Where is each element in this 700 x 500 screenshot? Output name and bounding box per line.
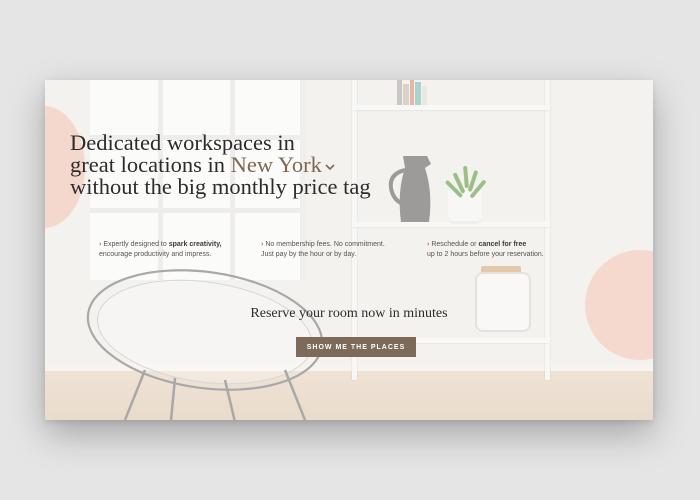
feature-text-line2: encourage productivity and impress. xyxy=(99,251,212,258)
book xyxy=(403,84,409,105)
feature-text-line2: Just pay by the hour or by day. xyxy=(261,251,357,258)
show-places-button[interactable]: SHOW ME THE PLACES xyxy=(296,337,416,357)
feature-text: Expertly designed to xyxy=(103,241,169,248)
feature-text: Reschedule or xyxy=(431,241,479,248)
feature-item: › No membership fees. No commitment. Just… xyxy=(261,240,385,260)
plant-pot xyxy=(448,190,482,224)
hero-card: Dedicated workspaces in great locations … xyxy=(45,80,653,420)
feature-item: › Reschedule or cancel for free up to 2 h… xyxy=(427,240,544,260)
book xyxy=(397,80,402,105)
feature-highlight: spark creativity, xyxy=(168,241,222,248)
headline-line-3: without the big monthly price tag xyxy=(70,174,371,199)
chevron-right-icon: › xyxy=(99,241,102,248)
decorative-blob-right xyxy=(585,250,653,360)
feature-text: No membership fees. No commitment. xyxy=(265,241,385,248)
shelf-post xyxy=(545,80,550,380)
chevron-right-icon: › xyxy=(261,241,264,248)
book xyxy=(422,86,427,105)
book xyxy=(415,82,421,105)
chevron-down-icon[interactable] xyxy=(324,161,336,173)
feature-item: › Expertly designed to spark creativity, … xyxy=(99,240,222,260)
book xyxy=(410,80,414,105)
hero-headline: Dedicated workspaces in great locations … xyxy=(70,131,371,199)
feature-highlight: cancel for free xyxy=(478,241,527,248)
pitcher-decoration xyxy=(388,156,431,222)
chevron-right-icon: › xyxy=(427,241,430,248)
feature-text-line2: up to 2 hours before your reservation. xyxy=(427,251,544,258)
glass-jar xyxy=(475,272,531,332)
reserve-subheading: Reserve your room now in minutes xyxy=(250,306,448,321)
shelf-board xyxy=(352,105,550,110)
